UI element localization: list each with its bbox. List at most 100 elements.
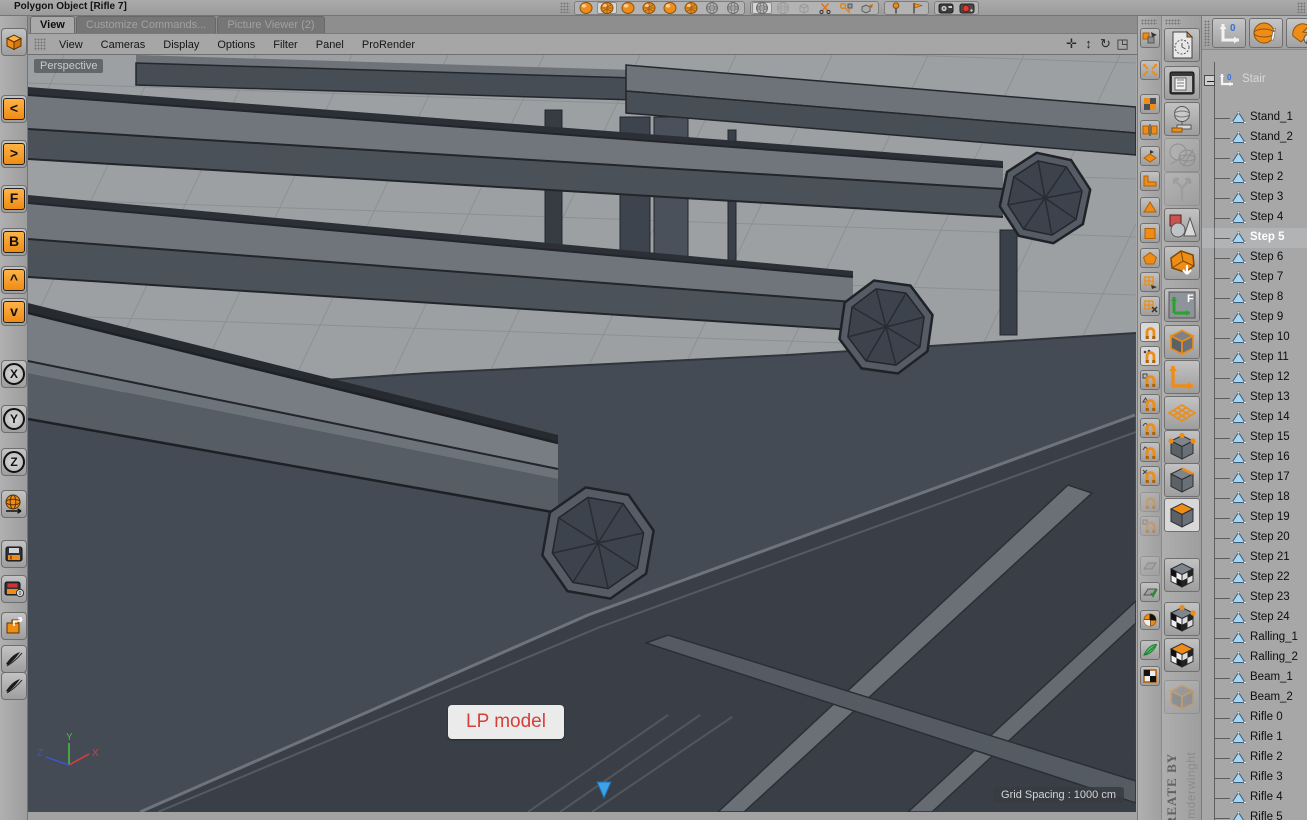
menu-filter[interactable]: Filter bbox=[264, 39, 306, 51]
menu-view[interactable]: View bbox=[50, 39, 92, 51]
menu-display[interactable]: Display bbox=[154, 39, 208, 51]
snap-magnet-icon[interactable] bbox=[1140, 322, 1160, 342]
save-state-lock-icon[interactable]: 0 bbox=[1, 575, 27, 603]
toolbar-grip[interactable] bbox=[1165, 19, 1181, 25]
y-axis-lock-icon[interactable]: Y bbox=[1, 405, 27, 433]
split-tiles-icon[interactable] bbox=[1140, 120, 1160, 140]
object-row[interactable]: Step 12 bbox=[1202, 368, 1307, 388]
object-row[interactable]: Ralling_2 bbox=[1202, 648, 1307, 668]
object-info2-icon[interactable]: i bbox=[1286, 18, 1307, 48]
panel-grip[interactable] bbox=[1204, 20, 1210, 46]
drag-grip[interactable] bbox=[560, 2, 570, 13]
shading-hidden-line-icon[interactable] bbox=[702, 2, 722, 14]
menu-options[interactable]: Options bbox=[208, 39, 264, 51]
shading-quick-icon[interactable] bbox=[618, 2, 638, 14]
snap-arc-icon[interactable] bbox=[1140, 418, 1160, 438]
down-view-icon[interactable]: v bbox=[1, 298, 27, 326]
object-row[interactable]: Beam_1 bbox=[1202, 668, 1307, 688]
object-info-icon[interactable]: i bbox=[1249, 18, 1283, 48]
object-row[interactable]: Beam_2 bbox=[1202, 688, 1307, 708]
object-row[interactable]: Step 21 bbox=[1202, 548, 1307, 568]
uv-polygon-mode-icon[interactable] bbox=[1164, 638, 1200, 672]
back-view-icon[interactable]: B bbox=[1, 228, 27, 256]
object-row[interactable]: Step 2 bbox=[1202, 168, 1307, 188]
snap-x-icon[interactable] bbox=[1140, 466, 1160, 486]
workplane-check-icon[interactable] bbox=[1140, 582, 1160, 602]
move-tiles-icon[interactable] bbox=[1140, 28, 1160, 48]
render-view-icon[interactable] bbox=[936, 2, 956, 14]
merge-arrow-icon[interactable] bbox=[1164, 172, 1200, 206]
pin-icon[interactable] bbox=[886, 2, 906, 14]
object-row[interactable]: Stand_2 bbox=[1202, 128, 1307, 148]
ghost-box-icon[interactable] bbox=[857, 2, 877, 14]
axis-handle-cone[interactable] bbox=[596, 781, 612, 804]
checker-ball-icon[interactable] bbox=[1140, 610, 1160, 630]
edge-mode-icon[interactable] bbox=[1164, 463, 1200, 497]
prev-view-icon[interactable]: < bbox=[1, 95, 27, 123]
grid-x-icon[interactable] bbox=[1140, 296, 1160, 316]
point-mode-icon[interactable] bbox=[1164, 430, 1200, 464]
menu-panel[interactable]: Panel bbox=[307, 39, 353, 51]
object-row[interactable]: Rifle 4 bbox=[1202, 788, 1307, 808]
checker-square-icon[interactable] bbox=[1140, 666, 1160, 686]
checker-tile-icon[interactable] bbox=[1140, 94, 1160, 114]
tab-view[interactable]: View bbox=[30, 16, 75, 33]
render-record-icon[interactable] bbox=[957, 2, 977, 14]
world-merge-icon[interactable] bbox=[1164, 138, 1200, 172]
snap-points-icon[interactable] bbox=[1140, 346, 1160, 366]
object-row[interactable]: Step 20 bbox=[1202, 528, 1307, 548]
objects-globe-icon[interactable] bbox=[1164, 102, 1200, 136]
expand-arrows-icon[interactable] bbox=[1140, 60, 1160, 80]
object-row[interactable]: Stand_1 bbox=[1202, 108, 1307, 128]
save-state-icon[interactable] bbox=[1, 540, 27, 568]
shading-gouraud-icon[interactable] bbox=[576, 2, 596, 14]
triangle-snap-icon[interactable] bbox=[1140, 197, 1160, 217]
pentagon-snap-icon[interactable] bbox=[1140, 248, 1160, 268]
grid-move-icon[interactable] bbox=[1140, 272, 1160, 292]
snap-path-icon[interactable] bbox=[1140, 442, 1160, 462]
x-axis-lock-icon[interactable]: X bbox=[1, 360, 27, 388]
menu-grip[interactable] bbox=[34, 37, 46, 51]
viewport[interactable]: Perspective LP model Grid Spacing : 1000… bbox=[28, 55, 1136, 812]
polygon-object-icon[interactable] bbox=[1164, 246, 1200, 280]
isoparms-display-icon[interactable] bbox=[773, 2, 793, 14]
toolbar-grip[interactable] bbox=[1141, 19, 1157, 25]
uv-point-mode-icon[interactable] bbox=[1164, 602, 1200, 636]
object-row[interactable]: Step 1 bbox=[1202, 148, 1307, 168]
pan-view-icon[interactable]: ✛ bbox=[1063, 36, 1080, 52]
object-row[interactable]: Step 19 bbox=[1202, 508, 1307, 528]
object-row[interactable]: Step 11 bbox=[1202, 348, 1307, 368]
shading-quick-lines-icon[interactable] bbox=[639, 2, 659, 14]
shading-constant-icon[interactable] bbox=[660, 2, 680, 14]
grid-plane-icon[interactable] bbox=[1164, 396, 1200, 430]
world-coords-icon[interactable] bbox=[1, 490, 27, 518]
object-row[interactable]: Rifle 0 bbox=[1202, 708, 1307, 728]
rotate-view-icon[interactable]: ↻ bbox=[1097, 36, 1114, 52]
wireframe-toggle-icon[interactable] bbox=[752, 2, 772, 14]
object-row[interactable]: Step 8 bbox=[1202, 288, 1307, 308]
content-browser-icon[interactable] bbox=[1164, 66, 1200, 100]
z-axis-lock-icon[interactable]: Z bbox=[1, 448, 27, 476]
object-row[interactable]: Step 14 bbox=[1202, 408, 1307, 428]
shading-gouraud-lines-icon[interactable] bbox=[597, 2, 617, 14]
object-row[interactable]: Step 18 bbox=[1202, 488, 1307, 508]
object-row[interactable]: Step 5 bbox=[1202, 228, 1307, 248]
polygon-mode-icon[interactable] bbox=[1164, 498, 1200, 532]
object-row[interactable]: Rifle 3 bbox=[1202, 768, 1307, 788]
snap-square-icon[interactable] bbox=[1140, 370, 1160, 390]
timeline-clock-icon[interactable] bbox=[1164, 28, 1200, 62]
front-view-icon[interactable]: F bbox=[1, 185, 27, 213]
box-display-icon[interactable] bbox=[794, 2, 814, 14]
toggle-layout-icon[interactable]: ◳ bbox=[1114, 36, 1131, 52]
up-view-icon[interactable]: ^ bbox=[1, 266, 27, 294]
object-row[interactable]: Step 7 bbox=[1202, 268, 1307, 288]
object-row[interactable]: Step 4 bbox=[1202, 208, 1307, 228]
snap-triangle-icon[interactable] bbox=[1140, 394, 1160, 414]
flag-icon[interactable] bbox=[907, 2, 927, 14]
next-view-icon[interactable]: > bbox=[1, 140, 27, 168]
cube-outline-icon[interactable] bbox=[1164, 325, 1200, 359]
object-row[interactable]: Step 13 bbox=[1202, 388, 1307, 408]
object-row[interactable]: Step 17 bbox=[1202, 468, 1307, 488]
signature-pen2-icon[interactable] bbox=[1, 672, 27, 700]
cut-tool-icon[interactable] bbox=[815, 2, 835, 14]
